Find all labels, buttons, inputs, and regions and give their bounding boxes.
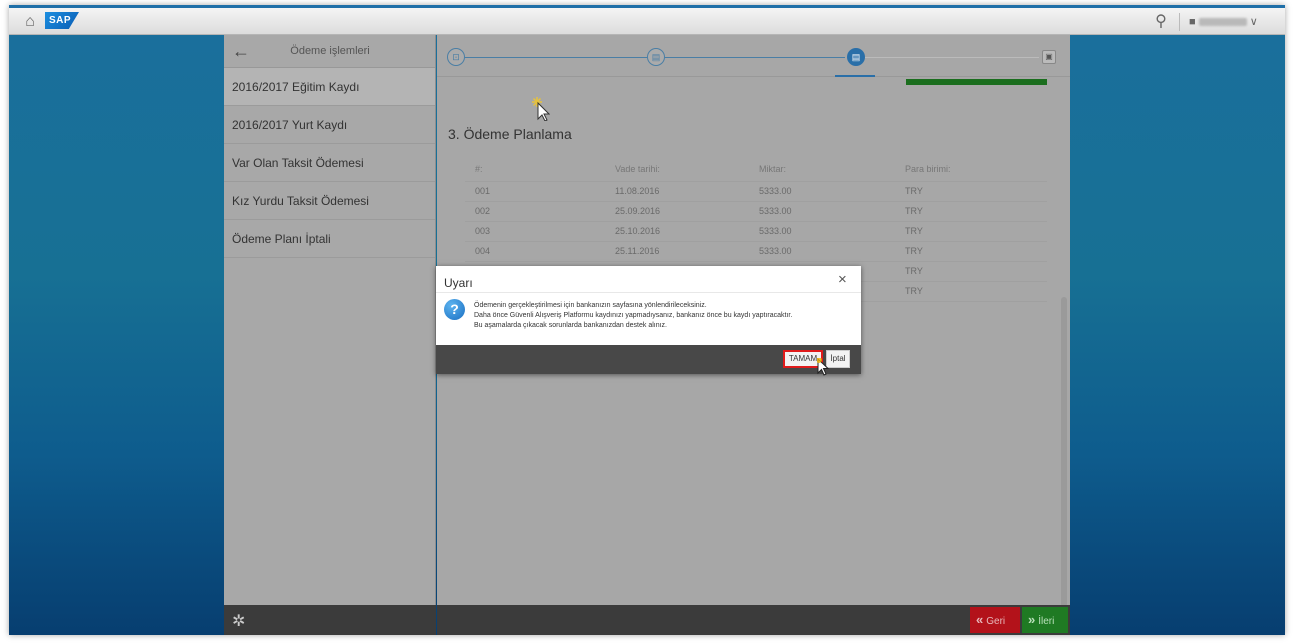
question-icon: ? <box>444 299 465 320</box>
wizard-progress: ⊡ ▤ ▤ ▣ <box>437 35 1070 77</box>
table-cell: TRY <box>895 181 1047 202</box>
table-cell: 5333.00 <box>749 221 895 242</box>
double-chevron-right-icon: » <box>1028 612 1035 627</box>
table-cell: 002 <box>465 201 605 222</box>
sap-logo: SAP <box>45 12 79 29</box>
column-header: Para birimi: <box>895 157 1047 182</box>
wizard-line <box>465 57 647 58</box>
table-cell: TRY <box>895 281 1047 302</box>
shell-header: ⌂ SAP ⚲ ■ ∨ <box>9 5 1285 35</box>
scrollbar[interactable] <box>1061 297 1067 607</box>
table-cell: 25.11.2016 <box>605 241 749 262</box>
table-cell: TRY <box>895 221 1047 242</box>
wizard-step-list-icon[interactable]: ▤ <box>647 48 665 66</box>
busy-cursor-icon <box>532 97 550 121</box>
table-cell: 001 <box>465 181 605 202</box>
message-line: Bu aşamalarda çıkacak sorunlarda bankanı… <box>474 322 668 329</box>
search-icon[interactable]: ⚲ <box>1150 11 1172 33</box>
detail-footer: «Geri » İleri <box>437 605 1070 635</box>
column-header: Miktar: <box>749 157 895 182</box>
header-divider <box>1179 13 1180 31</box>
table-row: 004 25.11.2016 5333.00 TRY <box>465 241 1047 262</box>
table-cell: TRY <box>895 241 1047 262</box>
back-button[interactable]: «Geri <box>970 607 1020 633</box>
message-line: Ödemenin gerçekleştirilmesi için bankanı… <box>474 302 707 309</box>
column-header: Vade tarihi: <box>605 157 749 182</box>
master-header: ← Ödeme işlemleri <box>224 35 435 68</box>
column-header: #: <box>465 157 605 182</box>
table-row: 002 25.09.2016 5333.00 TRY <box>465 201 1047 222</box>
gear-icon[interactable]: ✲ <box>232 611 245 631</box>
double-chevron-left-icon: « <box>976 612 983 627</box>
wizard-line <box>665 57 845 58</box>
user-icon: ■ <box>1189 16 1196 28</box>
section-title: 3. Ödeme Planlama <box>448 126 572 142</box>
message-line: Daha önce Güvenli Alışveriş Platformu ka… <box>474 312 793 319</box>
table-cell: 5333.00 <box>749 201 895 222</box>
table-row: 003 25.10.2016 5333.00 TRY <box>465 221 1047 242</box>
dialog-divider <box>436 292 861 293</box>
next-button[interactable]: » İleri <box>1022 607 1068 633</box>
dialog-footer: TAMAM İptal <box>436 345 861 374</box>
wizard-current-marker <box>835 75 875 77</box>
table-cell: 003 <box>465 221 605 242</box>
sidebar-item-plan-iptali[interactable]: Ödeme Planı İptali <box>224 220 435 258</box>
sidebar-item-yurt-kaydi[interactable]: 2016/2017 Yurt Kaydı <box>224 106 435 144</box>
table-cell: 25.09.2016 <box>605 201 749 222</box>
status-bar <box>906 79 1047 85</box>
master-list: ← Ödeme işlemleri 2016/2017 Eğitim Kaydı… <box>224 35 436 635</box>
master-footer: ✲ <box>224 605 436 635</box>
warning-dialog: Uyarı × ? Ödemenin gerçekleştirilmesi iç… <box>436 266 861 374</box>
wizard-step-payment-icon[interactable]: ▤ <box>847 48 865 66</box>
table-cell: TRY <box>895 201 1047 222</box>
table-cell: 004 <box>465 241 605 262</box>
table-cell: 25.10.2016 <box>605 221 749 242</box>
table-row: 001 11.08.2016 5333.00 TRY <box>465 181 1047 202</box>
dialog-title: Uyarı <box>444 276 473 290</box>
close-icon[interactable]: × <box>838 272 847 288</box>
dialog-message: Ödemenin gerçekleştirilmesi için bankanı… <box>474 301 854 331</box>
table-cell: TRY <box>895 261 1047 282</box>
home-icon[interactable]: ⌂ <box>19 11 41 33</box>
user-menu[interactable]: ■ ∨ <box>1189 11 1279 33</box>
wizard-step-final-icon[interactable]: ▣ <box>1042 50 1056 64</box>
table-cell: 5333.00 <box>749 241 895 262</box>
table-header-row: #: Vade tarihi: Miktar: Para birimi: <box>465 157 1047 182</box>
master-title: Ödeme işlemleri <box>290 45 370 57</box>
wizard-line <box>865 57 1039 58</box>
sidebar-item-taksit-odemesi[interactable]: Var Olan Taksit Ödemesi <box>224 144 435 182</box>
user-name-blurred <box>1198 18 1247 27</box>
sidebar-item-kiz-yurdu[interactable]: Kız Yurdu Taksit Ödemesi <box>224 182 435 220</box>
chevron-down-icon: ∨ <box>1249 16 1258 28</box>
sidebar-item-egitim-kaydi[interactable]: 2016/2017 Eğitim Kaydı <box>224 68 435 106</box>
table-cell: 5333.00 <box>749 181 895 202</box>
mouse-pointer-icon <box>817 358 830 376</box>
wizard-step-cart-icon[interactable]: ⊡ <box>447 48 465 66</box>
table-cell: 11.08.2016 <box>605 181 749 202</box>
